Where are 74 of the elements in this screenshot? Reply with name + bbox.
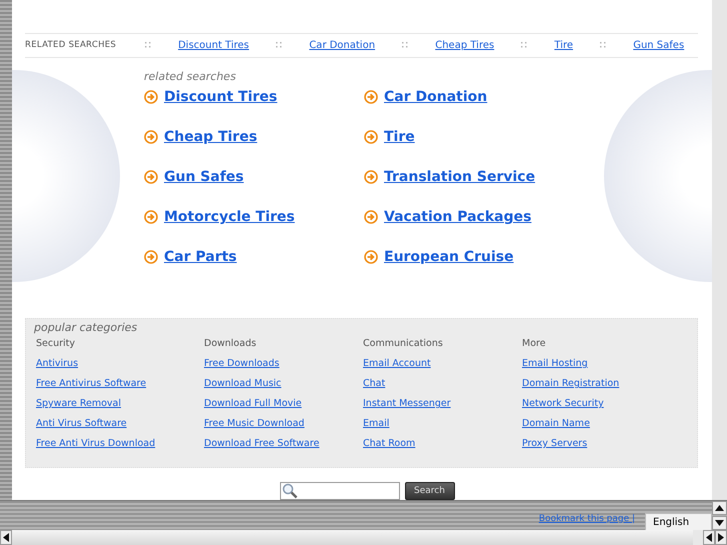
search-link[interactable]: Motorcycle Tires bbox=[164, 209, 295, 226]
arrow-circle-icon bbox=[364, 130, 378, 144]
category-link[interactable]: Instant Messenger bbox=[363, 398, 522, 418]
search-link[interactable]: Car Donation bbox=[384, 89, 488, 106]
arrow-circle-icon bbox=[364, 210, 378, 224]
right-arrow-icon bbox=[718, 533, 724, 542]
scroll-down-button[interactable] bbox=[712, 516, 727, 530]
separator-icon bbox=[276, 42, 282, 48]
category-link[interactable]: Domain Name bbox=[522, 418, 672, 438]
related-link[interactable]: Cheap Tires bbox=[435, 40, 494, 51]
category-link[interactable]: Download Full Movie bbox=[204, 398, 363, 418]
category-link[interactable]: Download Free Software bbox=[204, 438, 363, 458]
search-icon bbox=[282, 483, 298, 499]
arrow-circle-icon bbox=[364, 170, 378, 184]
category-link[interactable]: Free Downloads bbox=[204, 358, 363, 378]
bar-label: RELATED SEARCHES bbox=[25, 40, 118, 50]
left-arrow-icon bbox=[3, 533, 9, 542]
category-link[interactable]: Antivirus bbox=[36, 358, 204, 378]
language-dropdown[interactable]: English bbox=[645, 512, 712, 532]
down-arrow-icon bbox=[715, 520, 724, 526]
arrow-circle-icon bbox=[144, 130, 158, 144]
category-title: Downloads bbox=[204, 338, 258, 352]
separator-icon bbox=[521, 42, 528, 48]
arrow-circle-icon bbox=[144, 210, 158, 224]
category-link[interactable]: Network Security bbox=[522, 398, 672, 418]
category-link[interactable]: Proxy Servers bbox=[522, 438, 672, 458]
search-link[interactable]: Vacation Packages bbox=[384, 209, 532, 226]
category-link[interactable]: Download Music bbox=[204, 378, 363, 398]
section-heading: popular categories bbox=[34, 321, 138, 334]
search-link[interactable]: Tire bbox=[384, 129, 415, 146]
bookmark-link[interactable]: Bookmark this page | bbox=[538, 514, 635, 524]
search-link[interactable]: Cheap Tires bbox=[164, 129, 258, 146]
related-link[interactable]: Gun Safes bbox=[633, 40, 684, 51]
related-link[interactable]: Tire bbox=[554, 40, 574, 51]
category-link[interactable]: Free Anti Virus Download bbox=[36, 438, 204, 458]
search-link[interactable]: Gun Safes bbox=[164, 169, 244, 186]
category-link[interactable]: Domain Registration bbox=[522, 378, 672, 398]
arrow-circle-icon bbox=[144, 90, 158, 104]
category-link[interactable]: Email Account bbox=[363, 358, 522, 378]
scroll-left-button[interactable] bbox=[703, 530, 715, 545]
arrow-circle-icon bbox=[364, 250, 378, 264]
search-link[interactable]: European Cruise bbox=[384, 249, 514, 266]
category-link[interactable]: Anti Virus Software bbox=[36, 418, 204, 438]
arrow-circle-icon bbox=[364, 90, 378, 104]
search-link[interactable]: Discount Tires bbox=[164, 89, 278, 106]
section-heading: related searches bbox=[144, 70, 237, 83]
category-link[interactable]: Free Music Download bbox=[204, 418, 363, 438]
scroll-up-button[interactable] bbox=[712, 501, 727, 515]
related-link[interactable]: Car Donation bbox=[309, 40, 376, 51]
category-title: Security bbox=[36, 338, 76, 352]
search-button[interactable]: Search bbox=[404, 482, 454, 500]
category-link[interactable]: Chat bbox=[363, 378, 522, 398]
arrow-circle-icon bbox=[144, 250, 158, 264]
search-link[interactable]: Car Parts bbox=[164, 249, 237, 266]
category-link[interactable]: Email bbox=[363, 418, 522, 438]
horizontal-scrollbar[interactable] bbox=[12, 530, 693, 545]
scroll-left-button[interactable] bbox=[0, 530, 12, 545]
category-link[interactable]: Free Antivirus Software bbox=[36, 378, 204, 398]
separator-icon bbox=[402, 42, 408, 48]
category-title: Communications bbox=[363, 338, 444, 352]
category-link[interactable]: Chat Room bbox=[363, 438, 522, 458]
scroll-right-button[interactable] bbox=[715, 530, 727, 545]
category-link[interactable]: Spyware Removal bbox=[36, 398, 204, 418]
related-link[interactable]: Discount Tires bbox=[178, 40, 250, 51]
up-arrow-icon bbox=[715, 505, 724, 511]
arrow-circle-icon bbox=[144, 170, 158, 184]
separator-icon bbox=[145, 42, 151, 48]
search-field[interactable] bbox=[280, 482, 400, 500]
category-link[interactable]: Email Hosting bbox=[522, 358, 672, 378]
separator-icon bbox=[600, 42, 606, 48]
category-title: More bbox=[522, 338, 547, 352]
vertical-scrollbar[interactable] bbox=[712, 0, 727, 500]
search-link[interactable]: Translation Service bbox=[384, 169, 536, 186]
left-arrow-icon bbox=[706, 533, 712, 542]
